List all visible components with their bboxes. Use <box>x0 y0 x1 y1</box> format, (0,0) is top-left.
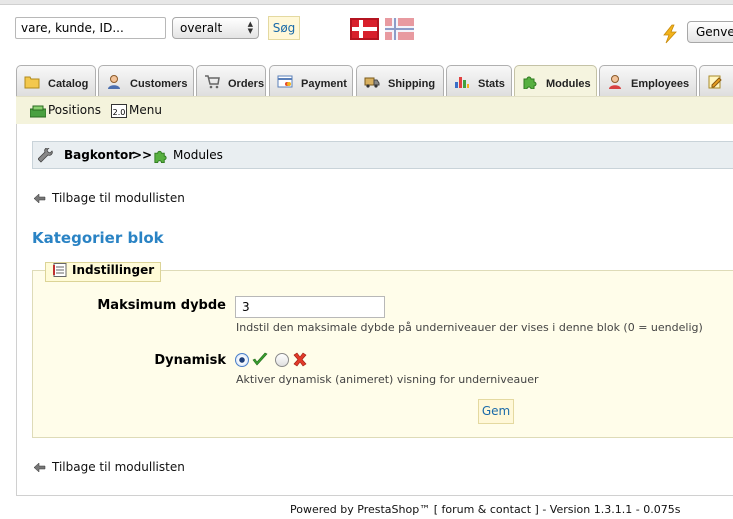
tab-label: Shipping <box>388 78 436 90</box>
shortcut-select[interactable]: Genve <box>687 21 733 43</box>
truck-icon <box>364 77 380 88</box>
checkmark-icon <box>252 352 268 366</box>
tab-employees[interactable]: Employees <box>599 65 697 96</box>
subnav-label: Positions <box>48 103 101 117</box>
save-button[interactable]: Gem <box>478 399 514 424</box>
tab-label: Payment <box>301 78 347 90</box>
footer-bracket-close: ] <box>534 503 539 516</box>
tab-preferences[interactable] <box>699 65 733 96</box>
folder-icon <box>24 76 40 89</box>
puzzle-icon <box>154 150 167 163</box>
breadcrumb: Bagkontor >> Modules <box>32 141 733 169</box>
tab-label: Customers <box>130 78 188 90</box>
tab-label: Modules <box>546 78 591 90</box>
back-link-label: Tilbage til modullisten <box>52 191 185 205</box>
tab-orders[interactable]: Orders <box>196 65 266 96</box>
top-band <box>0 0 733 5</box>
footer-powered: Powered by PrestaShop™ <box>290 503 431 516</box>
cart-icon <box>205 75 220 89</box>
positions-icon <box>30 105 46 118</box>
sub-navigation: Positions 2.0 Menu <box>16 96 733 124</box>
breadcrumb-separator: >> <box>132 148 153 162</box>
subnav-label: Menu <box>129 103 162 117</box>
fieldset-legend: Indstillinger <box>45 262 162 282</box>
page-title: Kategorier blok <box>32 229 164 247</box>
tab-label: Employees <box>631 78 690 90</box>
max-depth-input[interactable] <box>235 296 385 318</box>
lightning-icon <box>663 24 677 44</box>
tab-payment[interactable]: Payment <box>269 65 353 96</box>
tab-stats[interactable]: Stats <box>446 65 512 96</box>
settings-list-icon <box>53 263 67 277</box>
shortcut-select-value: Genve <box>696 25 733 39</box>
preferences-icon <box>708 75 722 89</box>
puzzle-icon <box>523 76 537 89</box>
dynamic-hint: Aktiver dynamisk (animeret) visning for … <box>236 373 539 386</box>
search-input[interactable] <box>15 17 166 39</box>
arrow-left-icon <box>34 463 46 472</box>
payment-icon <box>277 75 293 88</box>
danish-flag-icon[interactable] <box>350 18 379 40</box>
customers-icon <box>108 75 120 89</box>
breadcrumb-root[interactable]: Bagkontor <box>64 148 134 162</box>
footer-version: - Version 1.3.1.1 - 0.075s <box>542 503 681 516</box>
tab-label: Stats <box>478 78 505 90</box>
dynamic-label: Dynamisk <box>154 353 226 368</box>
stats-icon <box>455 77 469 88</box>
max-depth-hint: Indstil den maksimale dybde på undernive… <box>236 321 703 334</box>
max-depth-label: Maksimum dybde <box>97 298 226 313</box>
search-scope-value: overalt <box>180 21 223 35</box>
search-button[interactable]: Søg <box>268 16 300 40</box>
norwegian-flag-icon[interactable] <box>385 18 414 40</box>
legend-label: Indstillinger <box>72 263 155 277</box>
dynamic-yes-radio[interactable] <box>235 353 249 367</box>
back-link-label: Tilbage til modullisten <box>52 460 185 474</box>
footer: Powered by PrestaShop™ [ forum & contact… <box>290 503 680 516</box>
tab-shipping[interactable]: Shipping <box>356 65 444 96</box>
menu-icon: 2.0 <box>111 104 127 118</box>
tab-modules[interactable]: Modules <box>514 65 597 97</box>
select-arrows-icon: ▲ ▼ <box>247 20 253 35</box>
wrench-icon <box>38 148 53 163</box>
breadcrumb-current: Modules <box>173 148 223 162</box>
tab-customers[interactable]: Customers <box>98 65 194 96</box>
employee-icon <box>609 75 621 89</box>
tab-label: Orders <box>228 78 265 90</box>
cross-icon <box>293 352 307 367</box>
search-scope-select[interactable]: overalt ▲ ▼ <box>172 17 259 39</box>
forum-contact-link[interactable]: forum & contact <box>442 503 532 516</box>
tab-label: Catalog <box>48 78 89 90</box>
svg-text:2.0: 2.0 <box>113 108 126 117</box>
arrow-left-icon <box>34 194 46 203</box>
footer-bracket-open: [ <box>433 503 438 516</box>
tab-catalog[interactable]: Catalog <box>16 65 96 96</box>
dynamic-no-radio[interactable] <box>275 353 289 367</box>
